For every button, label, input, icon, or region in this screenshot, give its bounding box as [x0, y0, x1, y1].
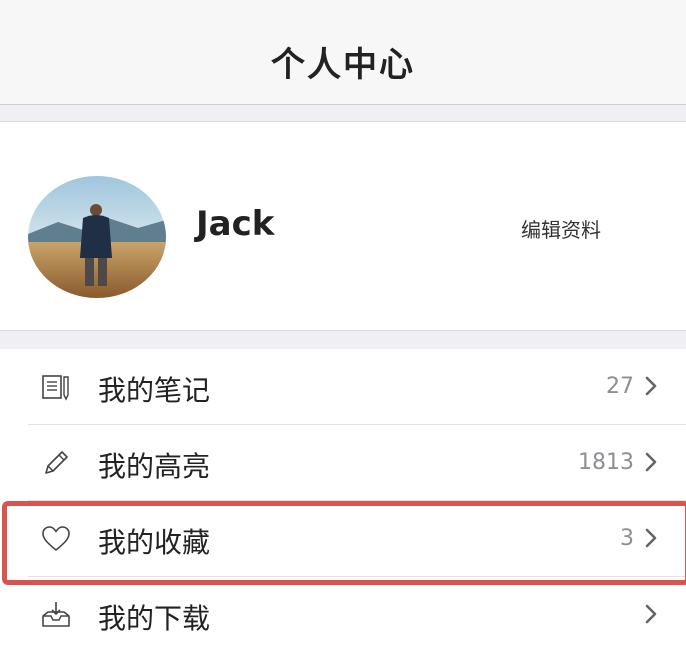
menu-item-label: 我的下载 [98, 602, 211, 635]
pencil-icon [45, 451, 68, 474]
menu-item-favorites[interactable]: 我的收藏 3 [0, 501, 686, 577]
chevron-right-icon [645, 528, 657, 548]
menu-item-notes[interactable]: 我的笔记 27 [0, 349, 686, 425]
menu-item-downloads[interactable]: 我的下载 [0, 577, 686, 653]
navbar: 个人中心 [0, 0, 686, 105]
chevron-right-icon [645, 452, 657, 472]
menu-item-count: 3 [620, 526, 634, 551]
notes-icon [42, 375, 69, 401]
heart-icon [42, 526, 70, 551]
menu-item-label: 我的笔记 [98, 374, 211, 407]
chevron-right-icon [645, 604, 657, 624]
page-title: 个人中心 [271, 44, 415, 85]
section-divider [0, 330, 686, 350]
section-divider [0, 105, 686, 122]
download-tray-icon [42, 602, 70, 627]
menu-item-label: 我的收藏 [98, 526, 211, 559]
chevron-right-icon [645, 376, 657, 396]
profile-card[interactable]: Jack 编辑资料 [0, 122, 686, 330]
menu-item-count: 1813 [578, 450, 634, 475]
avatar-image [28, 176, 166, 298]
menu-list: 我的笔记 27 我的高亮 1813 我的收藏 3 我的下载 [0, 349, 686, 653]
menu-item-label: 我的高亮 [98, 450, 211, 483]
username: Jack [196, 204, 275, 244]
edit-profile-link[interactable]: 编辑资料 [521, 214, 601, 243]
menu-item-highlights[interactable]: 我的高亮 1813 [0, 425, 686, 501]
avatar[interactable] [28, 176, 166, 298]
menu-item-count: 27 [606, 374, 634, 399]
